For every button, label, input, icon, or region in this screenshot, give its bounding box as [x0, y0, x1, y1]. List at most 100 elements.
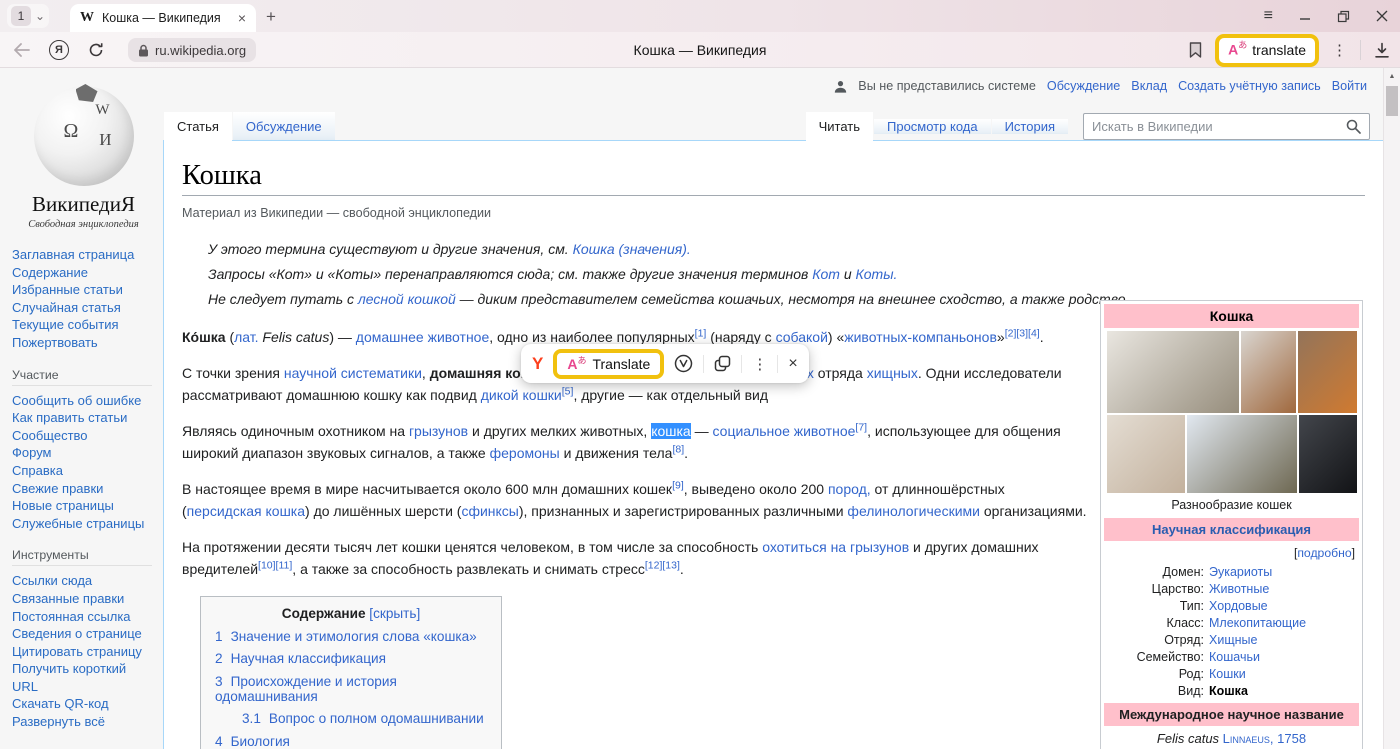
reference-link[interactable]: [9] [672, 479, 684, 491]
minimize-button[interactable] [1299, 10, 1311, 22]
popup-translate-button[interactable]: Aあ Translate [553, 349, 664, 379]
sidebar-link[interactable]: Получить короткий URL [12, 660, 154, 695]
toolbar-more-icon[interactable]: ⋮ [1332, 41, 1347, 59]
toc-item[interactable]: 3.1Вопрос о полном одомашнивании [215, 711, 487, 726]
yandex-services-button[interactable]: Я [49, 40, 69, 60]
taxonomy-link[interactable]: Кошачьи [1209, 649, 1260, 666]
taxonomy-link[interactable]: Хордовые [1209, 598, 1268, 615]
sidebar-link[interactable]: Служебные страницы [12, 515, 154, 533]
sidebar-link[interactable]: Текущие события [12, 316, 154, 334]
sidebar-link[interactable]: Случайная статья [12, 299, 154, 317]
toc-item[interactable]: 2Научная классификация [215, 651, 487, 666]
sidebar-link[interactable]: Избранные статьи [12, 281, 154, 299]
taxonomy-link[interactable]: Эукариоты [1209, 564, 1272, 581]
infobox-classification-header[interactable]: Научная классификация [1104, 518, 1359, 541]
personal-link-create-account[interactable]: Создать учётную запись [1178, 79, 1321, 93]
wiki-link[interactable]: сфинксы [461, 503, 518, 519]
page-scrollbar[interactable]: ▲ [1383, 68, 1400, 749]
cat-photo-tabby-cat-snow[interactable] [1187, 415, 1297, 493]
wiki-link[interactable]: собакой [776, 329, 828, 345]
reload-button[interactable] [88, 42, 104, 58]
wiki-link[interactable]: лат. [234, 329, 258, 345]
popup-close-icon[interactable]: × [788, 355, 797, 373]
bookmark-icon[interactable] [1189, 42, 1202, 58]
sidebar-link[interactable]: Скачать QR-код [12, 695, 154, 713]
cat-photo-tabby-cat-lying[interactable] [1107, 331, 1239, 413]
wiki-link[interactable]: дикой кошки [481, 387, 562, 403]
tab-counter[interactable]: 1 ⌄ [7, 4, 49, 28]
personal-link-talk[interactable]: Обсуждение [1047, 79, 1120, 93]
sidebar-link[interactable]: Справка [12, 462, 154, 480]
tab-count-badge[interactable]: 1 [11, 6, 31, 26]
wiki-link[interactable]: Кошка (значения). [573, 241, 691, 257]
wiki-link[interactable]: феромоны [490, 445, 560, 461]
tab-discussion[interactable]: Обсуждение [233, 112, 335, 140]
taxonomy-link[interactable]: Хищные [1209, 632, 1257, 649]
reference-link[interactable]: [8] [672, 443, 684, 455]
sidebar-link[interactable]: Связанные правки [12, 590, 154, 608]
download-icon[interactable] [1374, 42, 1390, 59]
wiki-link[interactable]: социальное животное [713, 423, 856, 439]
wiki-link[interactable]: животных-компаньонов [844, 329, 997, 345]
cat-photo-gray-cat-dark[interactable] [1299, 415, 1357, 493]
personal-link-login[interactable]: Войти [1332, 79, 1367, 93]
search-input[interactable] [1092, 119, 1340, 134]
browser-menu-icon[interactable]: ≡ [1264, 7, 1273, 25]
toc-item[interactable]: 1Значение и этимология слова «кошка» [215, 629, 487, 644]
author-link[interactable]: Linnaeus [1223, 731, 1270, 746]
toc-item[interactable]: 4Биология [215, 734, 487, 749]
reference-link[interactable]: [5] [562, 385, 574, 397]
wiki-link[interactable]: персидская кошка [187, 503, 305, 519]
sidebar-link[interactable]: Пожертвовать [12, 334, 154, 352]
new-tab-button[interactable]: + [266, 7, 276, 27]
sidebar-link[interactable]: Содержание [12, 264, 154, 282]
sidebar-link[interactable]: Ссылки сюда [12, 572, 154, 590]
wiki-link[interactable]: пород, [828, 481, 871, 497]
tab-article[interactable]: Статья [164, 112, 232, 141]
wiki-link[interactable]: лесной кошкой [358, 291, 456, 307]
copy-icon[interactable] [714, 355, 731, 372]
toc-hide-toggle[interactable]: [скрыть] [369, 606, 420, 621]
back-button[interactable] [14, 43, 30, 57]
tab-read[interactable]: Читать [806, 112, 873, 141]
toolbar-translate-button[interactable]: Aあ translate [1215, 34, 1319, 67]
restore-button[interactable] [1337, 10, 1350, 23]
wiki-link[interactable]: Коты. [856, 266, 898, 282]
reference-link[interactable]: [10][11] [258, 559, 292, 571]
taxonomy-link[interactable]: Кошки [1209, 666, 1246, 683]
wiki-link[interactable]: охотиться на грызунов [762, 539, 909, 555]
taxonomy-link[interactable]: Млекопитающие [1209, 615, 1306, 632]
search-icon[interactable] [1346, 119, 1361, 134]
sidebar-link[interactable]: Постоянная ссылка [12, 608, 154, 626]
chevron-down-icon[interactable]: ⌄ [35, 9, 45, 23]
sidebar-link[interactable]: Сообщество [12, 427, 154, 445]
sidebar-link[interactable]: Цитировать страницу [12, 643, 154, 661]
cat-photo-red-white-cat[interactable] [1298, 331, 1357, 413]
sidebar-link[interactable]: Сведения о странице [12, 625, 154, 643]
sidebar-link[interactable]: Как править статьи [12, 409, 154, 427]
sidebar-link[interactable]: Сообщить об ошибке [12, 392, 154, 410]
taxonomy-link[interactable]: Животные [1209, 581, 1269, 598]
wiki-link[interactable]: домашнее животное [356, 329, 489, 345]
infobox-detail-link[interactable]: [подробно] [1104, 544, 1359, 564]
wiki-link[interactable]: научной систематики [284, 365, 422, 381]
read-aloud-icon[interactable] [674, 354, 693, 373]
reference-link[interactable]: [2][3][4] [1005, 327, 1040, 339]
personal-link-contribs[interactable]: Вклад [1131, 79, 1167, 93]
wiki-link[interactable]: хищных [867, 365, 918, 381]
sidebar-link[interactable]: Новые страницы [12, 497, 154, 515]
address-bar[interactable]: ru.wikipedia.org [128, 38, 256, 62]
wiki-search-box[interactable] [1083, 113, 1370, 140]
sidebar-link[interactable]: Заглавная страница [12, 246, 154, 264]
reference-link[interactable]: [12][13] [645, 559, 680, 571]
cat-photo-abyssinian-cat[interactable] [1241, 331, 1296, 413]
sidebar-link[interactable]: Форум [12, 444, 154, 462]
wiki-link[interactable]: Кот [812, 266, 840, 282]
toc-item[interactable]: 3Происхождение и история одомашнивания [215, 674, 487, 704]
tab-close-icon[interactable]: × [238, 10, 246, 26]
tab-view-source[interactable]: Просмотр кода [874, 119, 991, 134]
wikipedia-logo[interactable]: Ω W И [34, 86, 134, 186]
scrollbar-thumb[interactable] [1386, 86, 1398, 116]
popup-more-icon[interactable]: ⋮ [752, 355, 767, 373]
wiki-link[interactable]: фелинологическими [847, 503, 980, 519]
